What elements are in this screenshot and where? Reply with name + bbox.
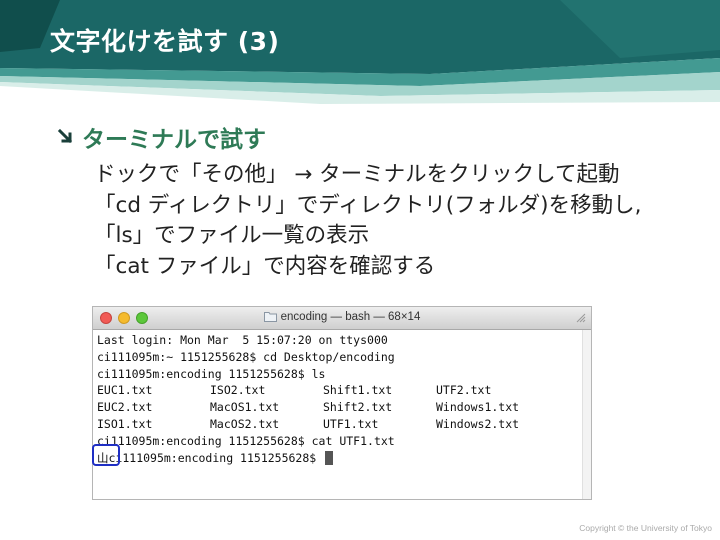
bullet-heading: ターミナルで試す [82, 127, 266, 153]
terminal-line: ci111095m:encoding 1151255628$ ls [97, 366, 326, 381]
terminal-line: Last login: Mon Mar 5 15:07:20 on ttys00… [97, 333, 388, 347]
file-name: ISO1.txt [97, 416, 153, 431]
terminal-window[interactable]: encoding — bash — 68×14 Last login: Mon … [92, 306, 592, 500]
file-name: Windows1.txt [436, 400, 520, 415]
body-line-1: ドックで「その他」 → ターミナルをクリックして起動 [94, 162, 620, 187]
prompt-text: ci111095m:encoding 1151255628$ [108, 450, 324, 465]
file-name: UTF1.txt [323, 416, 379, 431]
file-name: MacOS2.txt [210, 416, 280, 431]
text-cursor [325, 450, 334, 465]
body-line-2: 「cd ディレクトリ」でディレクトリ(フォルダ)を移動し, [94, 192, 642, 218]
highlight-box [92, 444, 120, 466]
terminal-line: ci111095m:~ 1151255628$ cd Desktop/encod… [97, 349, 395, 364]
terminal-titlebar[interactable]: encoding — bash — 68×14 [93, 307, 591, 330]
file-name: MacOS1.txt [210, 400, 280, 415]
file-name: Windows2.txt [436, 416, 520, 431]
terminal-content[interactable]: Last login: Mon Mar 5 15:07:20 on ttys00… [93, 330, 591, 466]
terminal-title-text: encoding — bash — 68×14 [280, 311, 421, 323]
terminal-title: encoding — bash — 68×14 [93, 311, 591, 323]
body-line-4: 「cat ファイル」で内容を確認する [94, 253, 436, 279]
ls-output-row: ISO1.txt MacOS2.txt UTF1.txt Windows2.tx… [97, 416, 587, 433]
terminal-line: ci111095m:encoding 1151255628$ cat UTF1.… [97, 433, 395, 448]
terminal-scrollbar[interactable] [582, 330, 591, 499]
resize-icon[interactable] [575, 312, 587, 324]
file-name: ISO2.txt [210, 383, 266, 398]
slide-title: 文字化けを試す (3) [50, 27, 280, 56]
body-line-3: 「ls」でファイル一覧の表示 [94, 223, 370, 248]
file-name: EUC1.txt [97, 383, 153, 398]
file-name: UTF2.txt [436, 383, 492, 398]
body-text: ドックで「その他」 → ターミナルをクリックして起動 「cd ディレクトリ」でデ… [94, 160, 641, 282]
file-name: EUC2.txt [97, 400, 153, 415]
file-name: Shift2.txt [323, 400, 393, 415]
ls-output-row: EUC1.txt ISO2.txt Shift1.txt UTF2.txt [97, 382, 587, 399]
copyright-notice: Copyright © the University of Tokyo [579, 523, 712, 533]
file-name: Shift1.txt [323, 383, 393, 398]
bullet-item: ターミナルで試す [57, 120, 266, 154]
ls-output-row: EUC2.txt MacOS1.txt Shift2.txt Windows1.… [97, 399, 587, 416]
bullet-arrow-icon [57, 128, 73, 144]
terminal-prompt-line: 山ci111095m:encoding 1151255628$ [97, 450, 587, 467]
folder-icon [263, 312, 277, 322]
